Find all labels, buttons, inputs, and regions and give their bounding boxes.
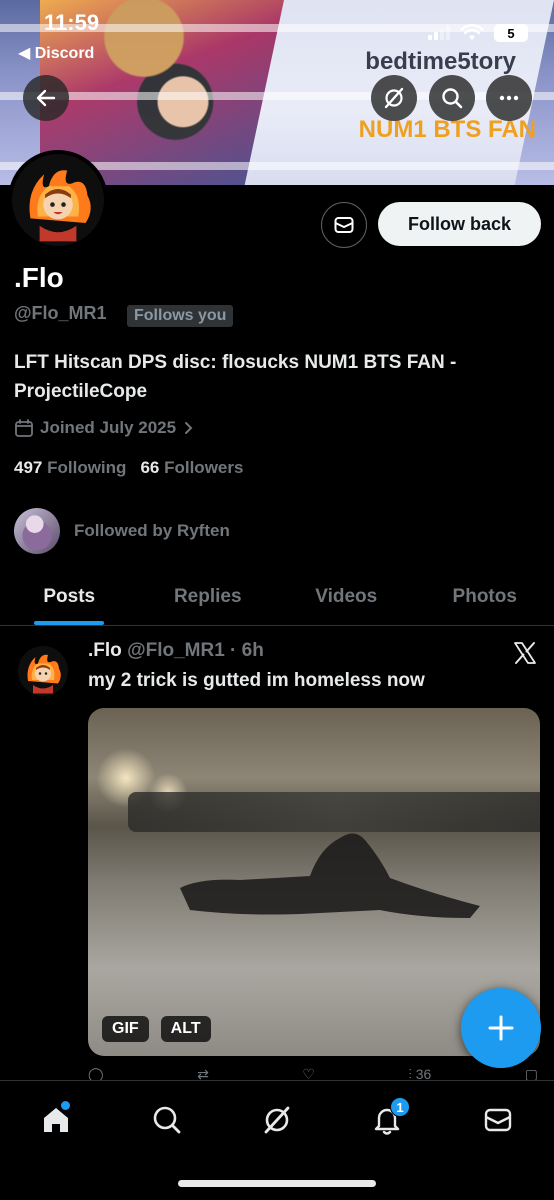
followers-count: 66 bbox=[140, 458, 160, 477]
post-header: .Flo @Flo_MR1 · 6h bbox=[88, 640, 264, 662]
profile-avatar[interactable] bbox=[8, 150, 108, 250]
arrow-left-icon bbox=[36, 89, 56, 107]
tab-replies[interactable]: Replies bbox=[139, 568, 278, 625]
compose-button[interactable] bbox=[461, 988, 541, 1068]
post-meta: @Flo_MR1 · 6h bbox=[127, 640, 264, 661]
status-time: 11:59 bbox=[44, 10, 100, 35]
back-to-app-link[interactable]: ◀ Discord bbox=[18, 43, 94, 63]
followers-label: Followers bbox=[164, 458, 244, 477]
follow-stats: 497 Following 66 Followers bbox=[14, 458, 243, 478]
search-icon bbox=[153, 1106, 181, 1134]
search-icon bbox=[442, 88, 463, 109]
grok-icon bbox=[384, 87, 404, 109]
tab-photos[interactable]: Photos bbox=[416, 568, 554, 625]
more-button[interactable] bbox=[486, 75, 532, 121]
post-author-name[interactable]: .Flo bbox=[88, 640, 122, 661]
tab-videos[interactable]: Videos bbox=[277, 568, 416, 625]
nav-home[interactable] bbox=[31, 1095, 81, 1145]
post-text: my 2 trick is gutted im homeless now bbox=[88, 670, 425, 691]
followed-by-text: Followed by Ryften bbox=[74, 521, 230, 540]
message-button[interactable] bbox=[321, 202, 367, 248]
nav-notifications[interactable]: 1 bbox=[362, 1095, 412, 1145]
calendar-icon bbox=[15, 419, 33, 437]
plus-icon bbox=[488, 1015, 514, 1041]
grok-button[interactable] bbox=[371, 75, 417, 121]
follows-you-badge: Follows you bbox=[127, 305, 234, 327]
joined-text: Joined July 2025 bbox=[40, 418, 177, 437]
search-button[interactable] bbox=[429, 75, 475, 121]
home-unread-dot bbox=[61, 1101, 70, 1110]
user-handle: @Flo_MR1 bbox=[14, 303, 107, 323]
status-indicators: 5 bbox=[428, 24, 528, 42]
nav-search[interactable] bbox=[142, 1095, 192, 1145]
follow-back-button[interactable]: Follow back bbox=[378, 202, 541, 246]
media-badges: GIF ALT bbox=[102, 1016, 211, 1042]
nav-messages[interactable] bbox=[473, 1095, 523, 1145]
nav-grok[interactable] bbox=[252, 1095, 302, 1145]
display-name: .Flo bbox=[14, 262, 64, 293]
media-figure bbox=[180, 833, 480, 918]
followers-link[interactable]: 66 Followers bbox=[140, 458, 243, 478]
x-logo-icon bbox=[514, 642, 536, 664]
following-count: 497 bbox=[14, 458, 43, 477]
notification-badge: 1 bbox=[390, 1097, 410, 1117]
mail-icon bbox=[484, 1108, 512, 1132]
profile-tabs: Posts Replies Videos Photos bbox=[0, 568, 554, 626]
profile-bio: LFT Hitscan DPS disc: flosucks NUM1 BTS … bbox=[14, 352, 457, 402]
back-button[interactable] bbox=[23, 75, 69, 121]
chevron-right-icon bbox=[185, 422, 193, 434]
tab-posts[interactable]: Posts bbox=[0, 568, 139, 625]
following-link[interactable]: 497 Following bbox=[14, 458, 126, 478]
grok-icon bbox=[264, 1106, 290, 1134]
battery-indicator: 5 bbox=[494, 24, 528, 42]
signal-icon bbox=[428, 26, 450, 40]
follower-avatar bbox=[14, 508, 60, 554]
mail-icon bbox=[334, 217, 354, 233]
following-label: Following bbox=[47, 458, 127, 477]
alt-badge[interactable]: ALT bbox=[160, 1016, 211, 1042]
home-indicator[interactable] bbox=[178, 1180, 376, 1187]
more-icon bbox=[499, 95, 519, 101]
avatar-image bbox=[18, 646, 68, 696]
followed-by-row[interactable]: Followed by Ryften bbox=[14, 508, 230, 554]
joined-date[interactable]: Joined July 2025 bbox=[14, 418, 196, 438]
banner-name-text: bedtime5tory bbox=[365, 48, 516, 75]
gif-badge: GIF bbox=[102, 1016, 149, 1042]
wifi-icon bbox=[460, 24, 484, 40]
post-avatar[interactable] bbox=[18, 646, 68, 696]
avatar-image bbox=[12, 154, 104, 246]
